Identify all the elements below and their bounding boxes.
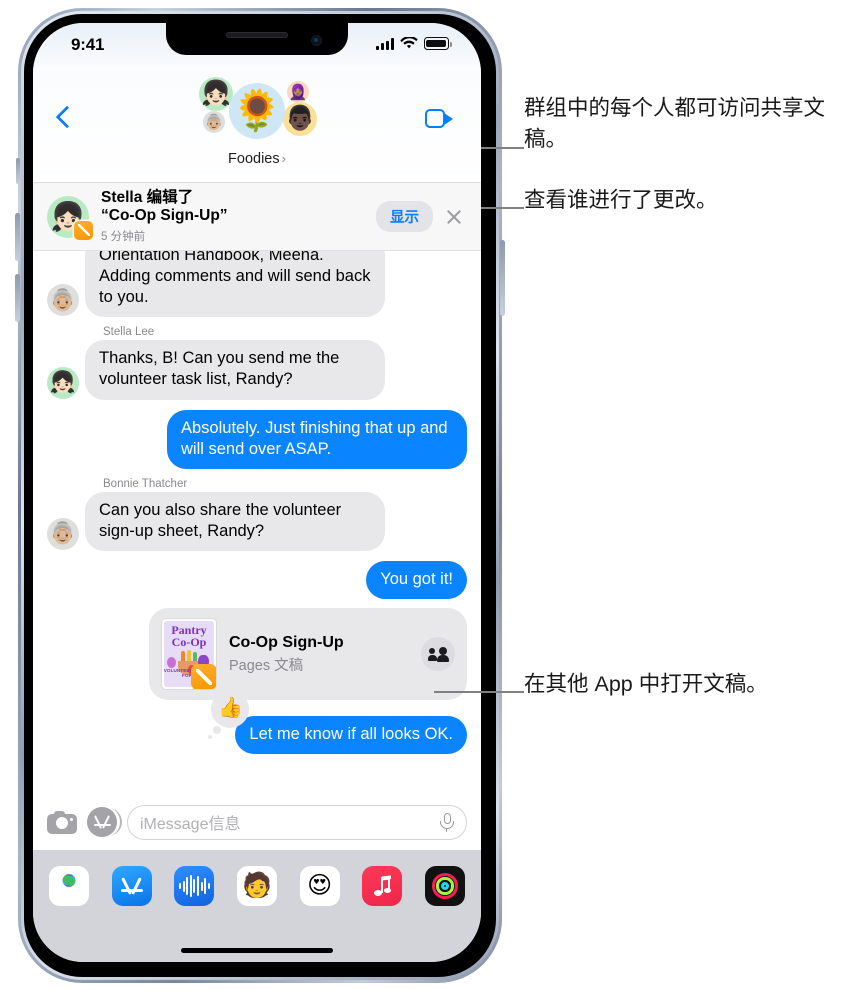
pages-app-badge-icon	[74, 220, 93, 240]
group-avatar-member-3: 🧕🏽	[287, 81, 309, 103]
search-input[interactable]: iMessage信息	[127, 804, 467, 840]
back-chevron-icon[interactable]	[55, 105, 79, 129]
phone-frame: 9:41 👧🏻 👵🏼 🧕🏽 👨🏿 🌻 Foodies › 👧🏻 Stella 编…	[15, 8, 505, 983]
message-text: Adding comments and will send back to yo…	[99, 267, 371, 307]
message-bubble[interactable]: Thanks, B! Can you send me the volunteer…	[85, 340, 385, 400]
camera-icon[interactable]	[47, 810, 77, 834]
message-bubble[interactable]: Can you also share the volunteer sign-up…	[85, 491, 385, 551]
phone-screen: 9:41 👧🏻 👵🏼 🧕🏽 👨🏿 🌻 Foodies › 👧🏻 Stella 编…	[33, 23, 481, 962]
facetime-video-icon[interactable]	[425, 109, 453, 128]
group-name-label: Foodies	[228, 151, 280, 167]
message-row: Stella Lee 👧🏻 Thanks, B! Can you send me…	[33, 326, 481, 400]
message-input-bar: iMessage信息	[33, 794, 481, 850]
document-card[interactable]: Pantry Co-Op VOLUNTEER SIGN-UP FORM Co-O…	[149, 608, 467, 701]
people-collaboration-icon[interactable]	[421, 637, 455, 672]
message-text-clipped: Orientation Handbook, Meena.	[99, 251, 324, 264]
notification-timestamp: 5 分钟前	[101, 231, 146, 244]
group-avatar-stack[interactable]: 👧🏻 👵🏼 🧕🏽 👨🏿 🌻	[191, 77, 323, 149]
message-list[interactable]: 👵🏼 Orientation Handbook, Meena. Adding co…	[33, 251, 481, 851]
thumbs-up-tapback-icon[interactable]: 👍	[208, 690, 250, 740]
group-avatar-sunflower: 🌻	[229, 83, 285, 139]
home-indicator[interactable]	[181, 947, 333, 953]
message-text: Let me know if all looks OK.	[249, 725, 453, 744]
app-icon-memoji-stickers[interactable]: 😍	[299, 866, 340, 906]
avatar: 👵🏼	[47, 517, 79, 550]
message-bubble[interactable]: Orientation Handbook, Meena. Adding comme…	[85, 251, 385, 318]
volume-down-button[interactable]	[15, 274, 20, 322]
notification-line1: Stella 编辑了	[101, 188, 194, 206]
message-bubble[interactable]: You got it!	[366, 560, 467, 600]
document-thumbnail: Pantry Co-Op VOLUNTEER SIGN-UP FORM	[161, 618, 217, 691]
app-store-icon[interactable]	[87, 807, 117, 837]
phone-bezel: 9:41 👧🏻 👵🏼 🧕🏽 👨🏿 🌻 Foodies › 👧🏻 Stella 编…	[24, 14, 496, 977]
microphone-icon[interactable]	[440, 812, 454, 832]
power-button[interactable]	[500, 240, 505, 316]
notification-avatar: 👧🏻	[47, 195, 93, 240]
message-input-placeholder: iMessage信息	[140, 816, 241, 833]
thumbnail-title-line2: Co-Op	[171, 635, 207, 650]
annotation-leader-line-3	[434, 691, 524, 693]
app-icon-audio-message[interactable]	[174, 866, 215, 906]
group-avatar-bonnie: 👵🏼	[203, 111, 225, 133]
message-bubble[interactable]: 👍 Let me know if all looks OK.	[208, 690, 467, 755]
group-avatar-stella: 👧🏻	[199, 77, 233, 111]
notification-text: Stella 编辑了 “Co-Op Sign-Up” 5 分钟前	[101, 189, 376, 245]
volume-up-button[interactable]	[15, 213, 20, 261]
avatar: 👵🏼	[47, 284, 79, 317]
document-attachment-row: Pantry Co-Op VOLUNTEER SIGN-UP FORM Co-O…	[33, 608, 481, 701]
phone-band: 9:41 👧🏻 👵🏼 🧕🏽 👨🏿 🌻 Foodies › 👧🏻 Stella 编…	[21, 11, 499, 980]
status-indicators	[376, 37, 452, 50]
annotation-text-1: 群组中的每个人都可访问共享文稿。	[524, 96, 826, 151]
earpiece-speaker	[226, 32, 288, 38]
message-row: Absolutely. Just finishing that up and w…	[33, 409, 481, 469]
front-camera	[311, 35, 322, 46]
message-row: You got it!	[33, 560, 481, 600]
app-icon-music[interactable]	[362, 866, 403, 906]
document-title: Co-Op Sign-Up	[229, 633, 344, 651]
status-time: 9:41	[71, 35, 105, 54]
cellular-bars-icon	[376, 37, 394, 50]
screenshot-root: 9:41 👧🏻 👵🏼 🧕🏽 👨🏿 🌻 Foodies › 👧🏻 Stella 编…	[0, 0, 843, 990]
imessage-app-drawer: 🧑 😍	[33, 850, 481, 962]
annotation-text-2: 查看谁进行了更改。	[524, 188, 718, 212]
wifi-icon	[400, 37, 418, 49]
conversation-header: 👧🏻 👵🏼 🧕🏽 👨🏿 🌻 Foodies ›	[33, 69, 481, 183]
document-subtitle: Pages 文稿	[229, 657, 304, 674]
document-meta: Co-Op Sign-Up Pages 文稿	[229, 634, 409, 675]
app-icon-app-store[interactable]	[111, 866, 152, 906]
avatar: 👧🏻	[47, 366, 79, 399]
chevron-right-icon: ›	[281, 151, 286, 166]
app-icon-fitness[interactable]	[424, 866, 465, 906]
pages-app-badge-icon	[191, 664, 216, 690]
battery-full-icon	[424, 37, 452, 50]
annotation-text-3: 在其他 App 中打开文稿。	[524, 672, 768, 696]
notification-line2: “Co-Op Sign-Up”	[101, 207, 228, 224]
show-document-button[interactable]: 显示	[376, 201, 433, 232]
notch	[166, 23, 348, 55]
document-edit-notification[interactable]: 👧🏻 Stella 编辑了 “Co-Op Sign-Up” 5 分钟前 显示	[33, 183, 481, 251]
close-x-icon[interactable]	[445, 208, 463, 226]
message-row-last: 👍 Let me know if all looks OK.	[33, 690, 481, 755]
message-row-clipped: 👵🏼 Orientation Handbook, Meena. Adding co…	[33, 251, 481, 318]
message-row: Bonnie Thatcher 👵🏼 Can you also share th…	[33, 478, 481, 551]
group-avatar-member-4: 👨🏿	[283, 102, 317, 136]
app-icon-memoji[interactable]: 🧑	[236, 866, 277, 906]
sender-name: Stella Lee	[103, 326, 155, 339]
message-bubble[interactable]: Absolutely. Just finishing that up and w…	[167, 409, 467, 469]
app-icon-photos[interactable]	[49, 866, 89, 906]
group-name-button[interactable]: Foodies ›	[228, 151, 286, 167]
sender-name: Bonnie Thatcher	[103, 477, 188, 490]
silent-switch[interactable]	[16, 158, 20, 184]
